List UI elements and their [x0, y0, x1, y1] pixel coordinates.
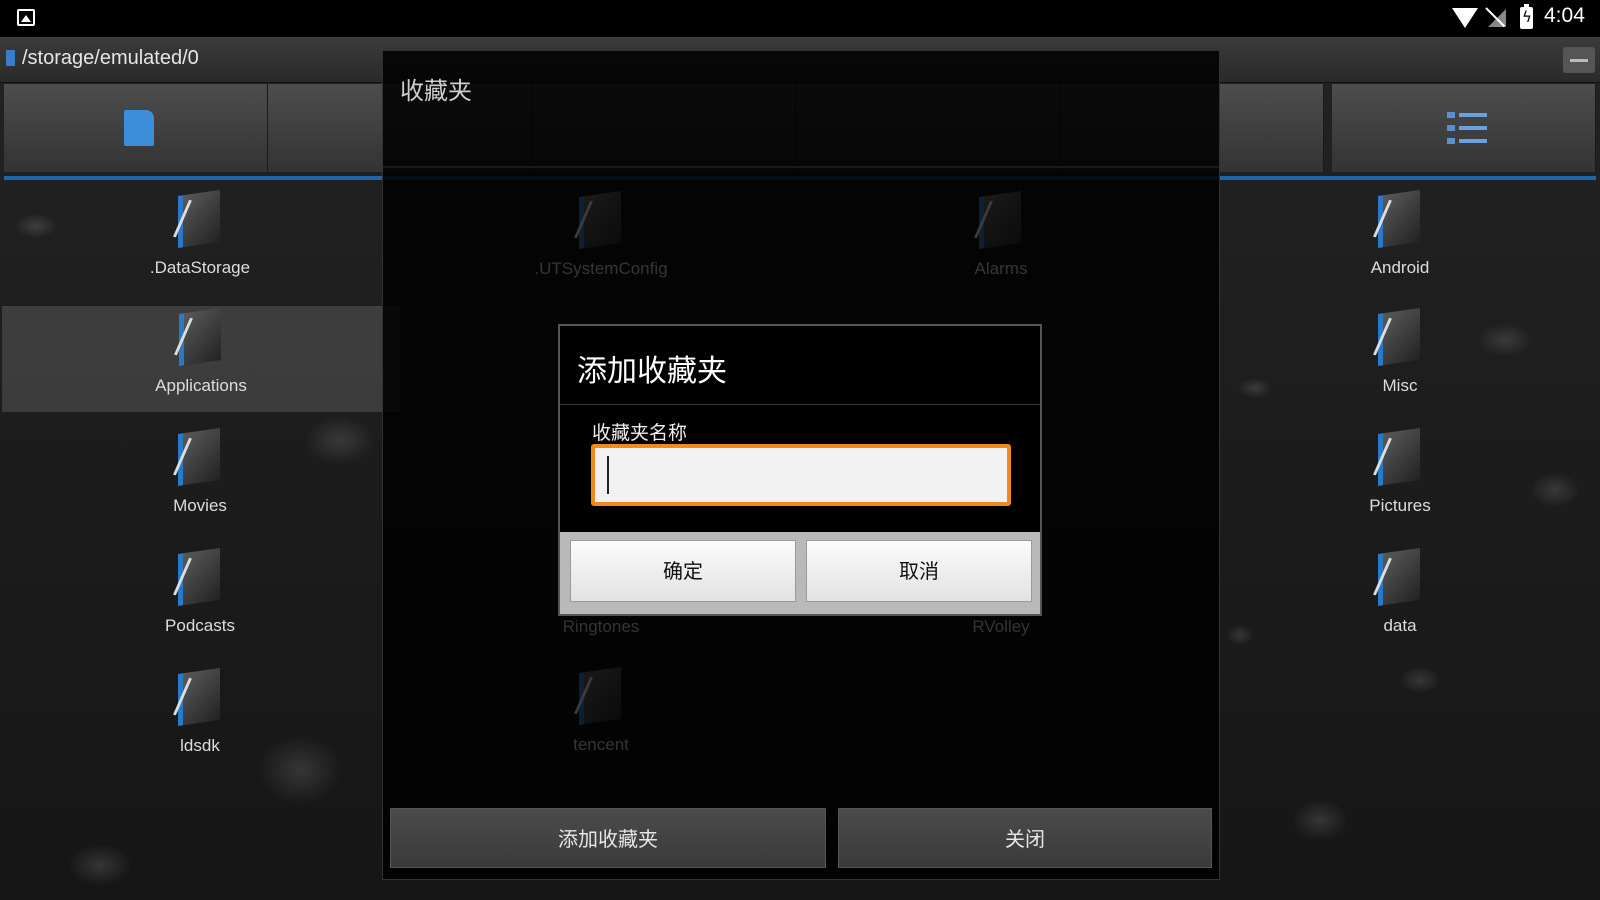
current-path: /storage/emulated/0 [22, 47, 199, 69]
folder-icon [1378, 548, 1420, 606]
folder-icon [179, 308, 221, 366]
folder-item[interactable]: .DataStorage [110, 188, 290, 288]
divider [383, 166, 1219, 168]
folder-label: Applications [155, 376, 247, 395]
folder-label: Movies [173, 496, 227, 515]
folder-label: data [1383, 616, 1417, 635]
add-favorite-dialog: 添加收藏夹 收藏夹名称 确定 取消 [558, 324, 1042, 616]
favorites-title: 收藏夹 [400, 77, 472, 105]
folder-item[interactable]: Podcasts [110, 546, 290, 646]
cancel-button[interactable]: 取消 [806, 540, 1032, 602]
folder-icon [579, 667, 621, 725]
folder-icon [1378, 308, 1420, 366]
text-caret [607, 456, 609, 494]
folder-item[interactable]: data [1310, 546, 1490, 646]
divider [560, 404, 1040, 405]
folder-icon [178, 428, 220, 486]
gallery-icon [17, 9, 35, 26]
folder-item-dimmed: Alarms [911, 189, 1091, 289]
folder-item[interactable]: Pictures [1310, 426, 1490, 526]
no-signal-icon [1488, 9, 1506, 27]
list-view-icon [1447, 110, 1487, 146]
dialog-title: 添加收藏夹 [577, 354, 727, 389]
folder-label: ldsdk [180, 736, 220, 755]
folder-label: tencent [573, 735, 629, 754]
favorite-name-label: 收藏夹名称 [592, 422, 688, 444]
folder-label: Alarms [974, 259, 1028, 278]
dialog-button-bar: 确定 取消 [560, 532, 1040, 614]
sdcard-button[interactable] [4, 84, 268, 172]
storage-icon [6, 50, 15, 66]
ok-button[interactable]: 确定 [570, 540, 796, 602]
folder-label: Ringtones [562, 617, 640, 636]
folder-item-dimmed: tencent [511, 665, 691, 765]
folder-icon [178, 548, 220, 606]
folder-icon [579, 191, 621, 249]
folder-icon [1378, 428, 1420, 486]
add-favorite-button[interactable]: 添加收藏夹 [390, 808, 826, 868]
favorite-name-input[interactable] [591, 444, 1011, 506]
folder-icon [1378, 190, 1420, 248]
folder-item-selected[interactable]: Applications [2, 306, 400, 412]
folder-item[interactable]: Movies [110, 426, 290, 526]
folder-label: Misc [1382, 376, 1418, 395]
close-button[interactable]: 关闭 [838, 808, 1212, 868]
folder-label: .DataStorage [149, 258, 251, 277]
folder-label: RVolley [972, 617, 1030, 636]
sdcard-icon [124, 110, 154, 146]
folder-icon [979, 191, 1021, 249]
status-bar: 4:04 [0, 0, 1600, 37]
list-view-button[interactable] [1332, 84, 1596, 172]
folder-icon [178, 190, 220, 248]
folder-label: .UTSystemConfig [534, 259, 668, 278]
folder-item-dimmed: .UTSystemConfig [511, 189, 691, 289]
folder-item[interactable]: Android [1310, 188, 1490, 288]
folder-label: Pictures [1369, 496, 1431, 515]
overflow-menu-button[interactable] [1563, 47, 1595, 73]
status-time: 4:04 [1544, 4, 1585, 27]
battery-charging-icon [1520, 4, 1533, 29]
folder-item[interactable]: Misc [1310, 306, 1490, 406]
folder-label: Podcasts [165, 616, 235, 635]
folder-icon [178, 668, 220, 726]
folder-item[interactable]: ldsdk [110, 666, 290, 766]
wifi-icon [1452, 8, 1478, 28]
folder-label: Android [1370, 258, 1430, 277]
